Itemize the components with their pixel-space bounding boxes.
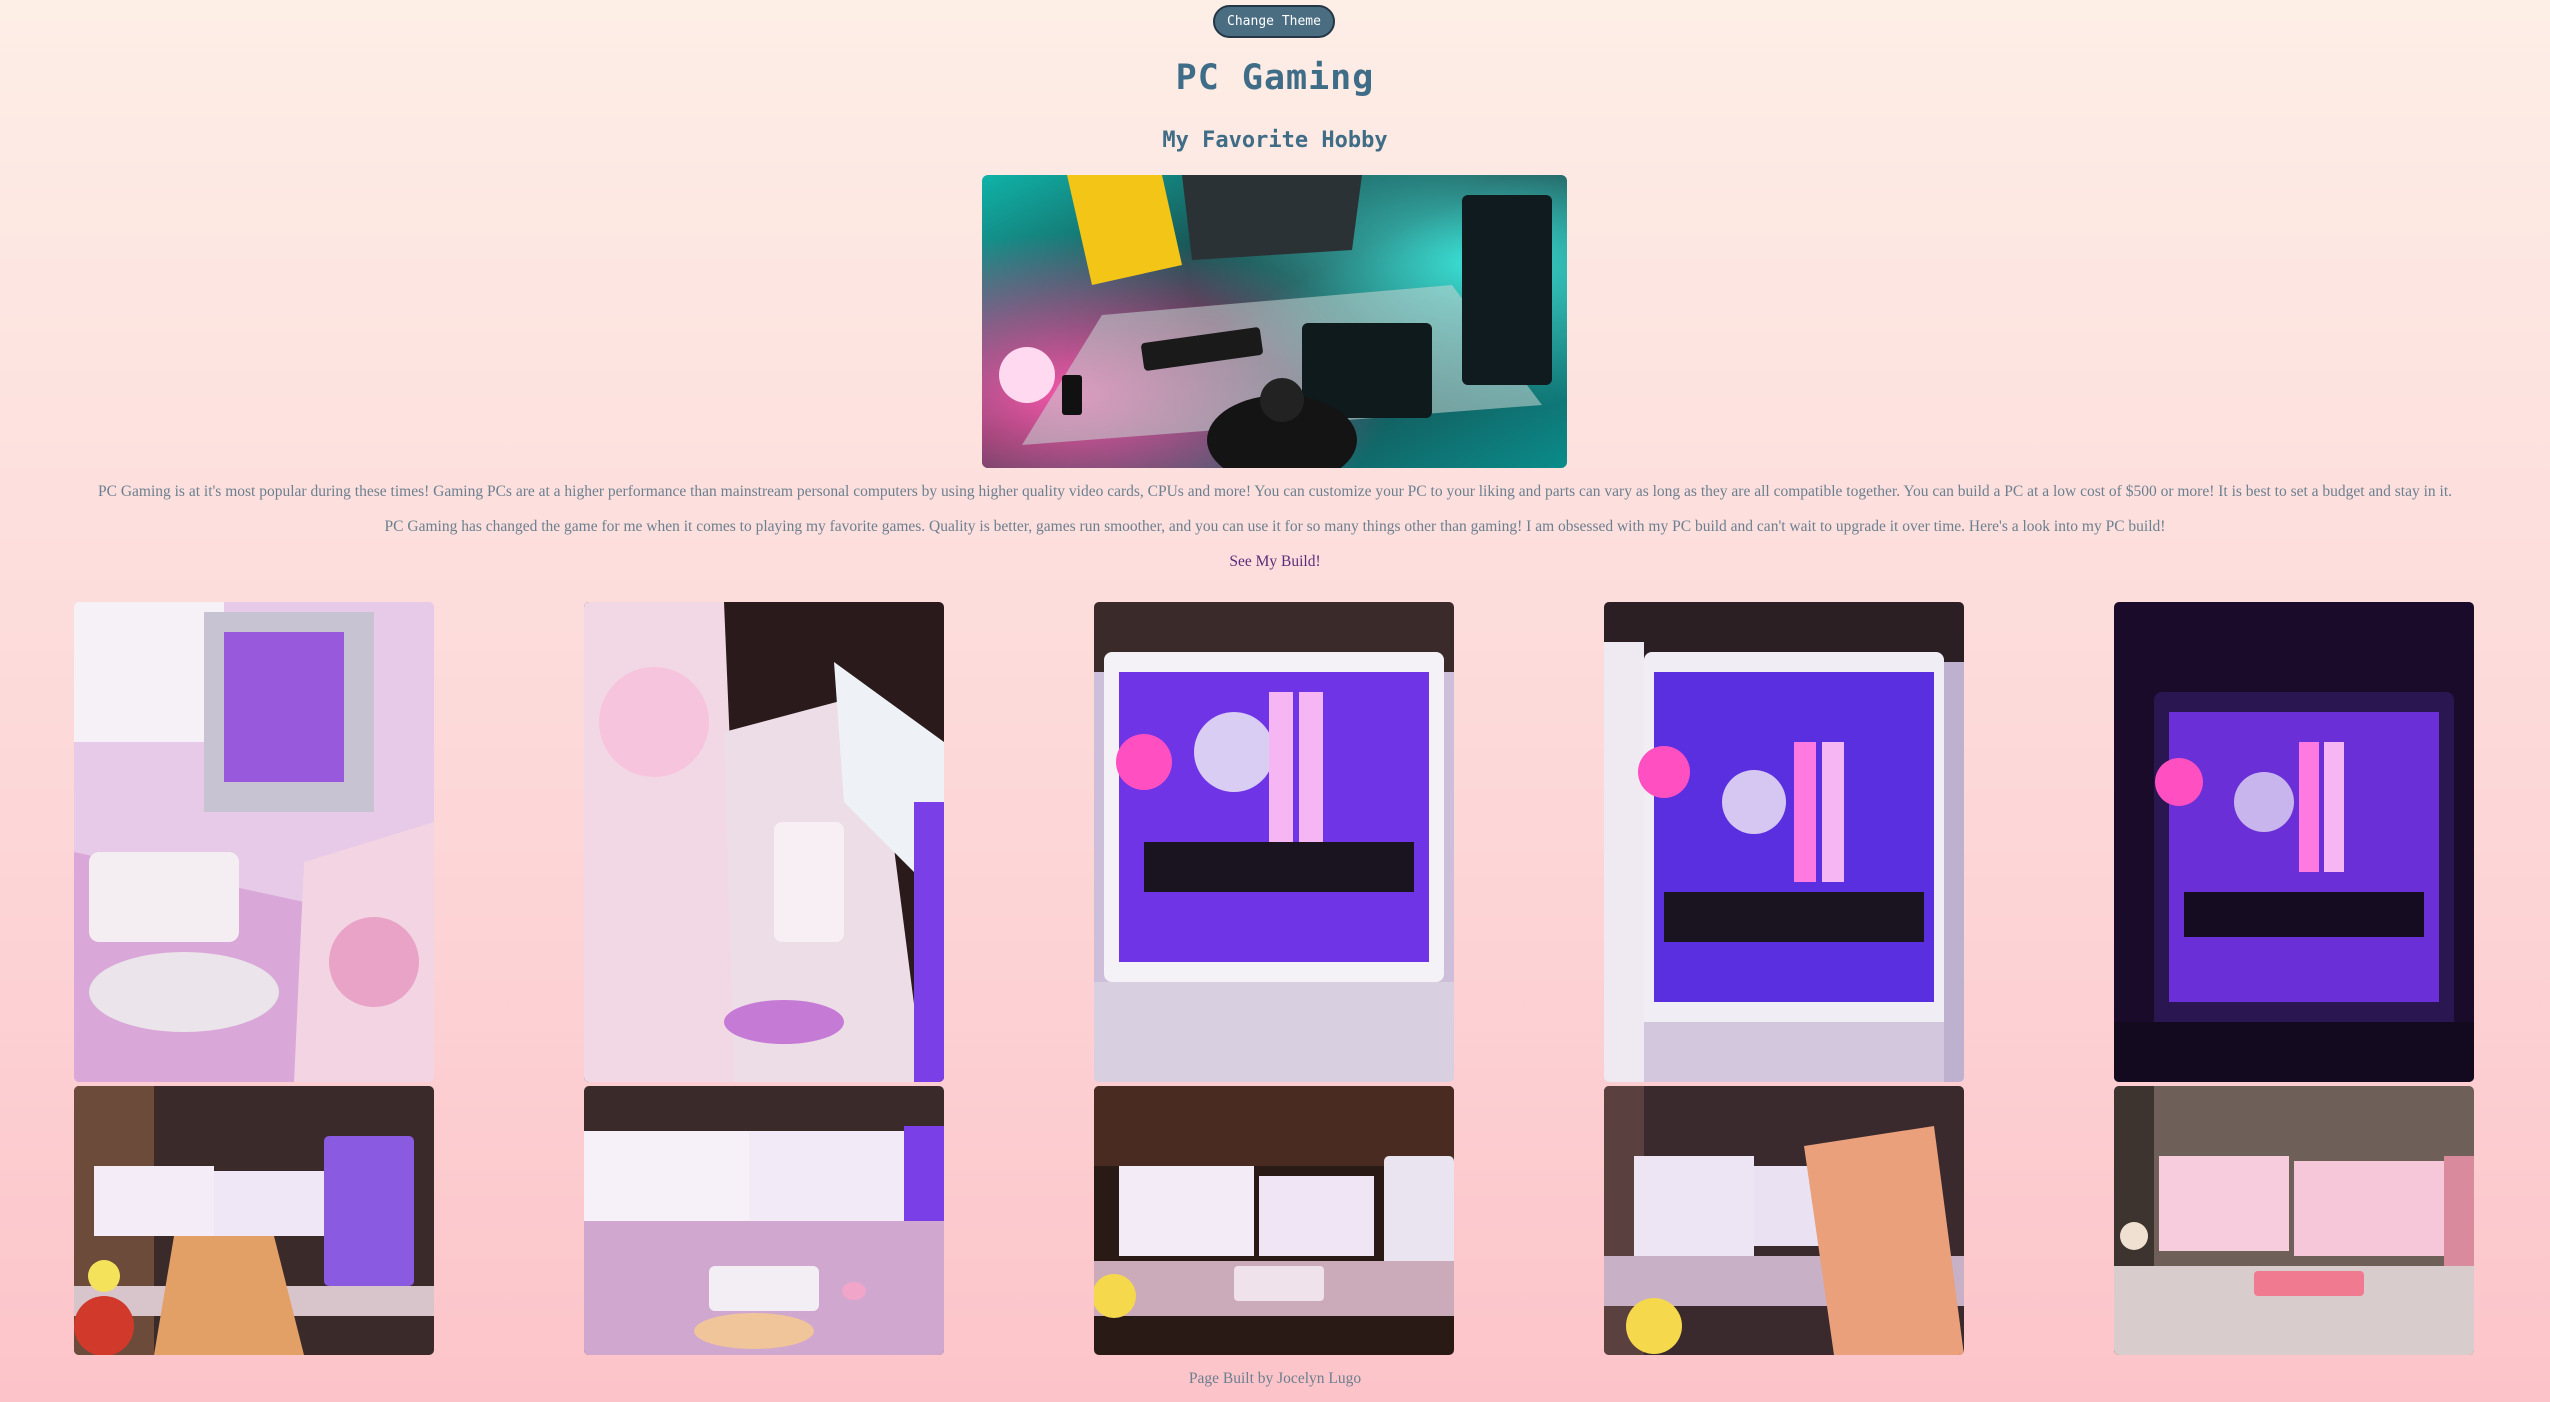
gallery-photo xyxy=(584,602,944,1082)
hero-image xyxy=(982,175,1567,468)
gallery-photo xyxy=(2114,602,2474,1082)
change-theme-button[interactable]: Change Theme xyxy=(1213,5,1335,38)
gallery-photo xyxy=(584,1086,944,1355)
gallery-photo xyxy=(1604,602,1964,1082)
gallery-photo xyxy=(74,602,434,1082)
gallery-photo xyxy=(74,1086,434,1355)
gallery-photo xyxy=(1604,1086,1964,1355)
see-my-build-link[interactable]: See My Build! xyxy=(0,553,2550,571)
personal-paragraph: PC Gaming has changed the game for me wh… xyxy=(384,518,2166,535)
intro-paragraph: PC Gaming is at it's most popular during… xyxy=(97,483,2453,500)
gallery-photo xyxy=(2114,1086,2474,1355)
page-subtitle: My Favorite Hobby xyxy=(1162,128,1388,153)
gallery-photo xyxy=(1094,1086,1454,1355)
page-title: PC Gaming xyxy=(1175,58,1375,98)
page-footer: Page Built by Jocelyn Lugo xyxy=(1188,1370,1362,1387)
gallery-photo xyxy=(1094,602,1454,1082)
